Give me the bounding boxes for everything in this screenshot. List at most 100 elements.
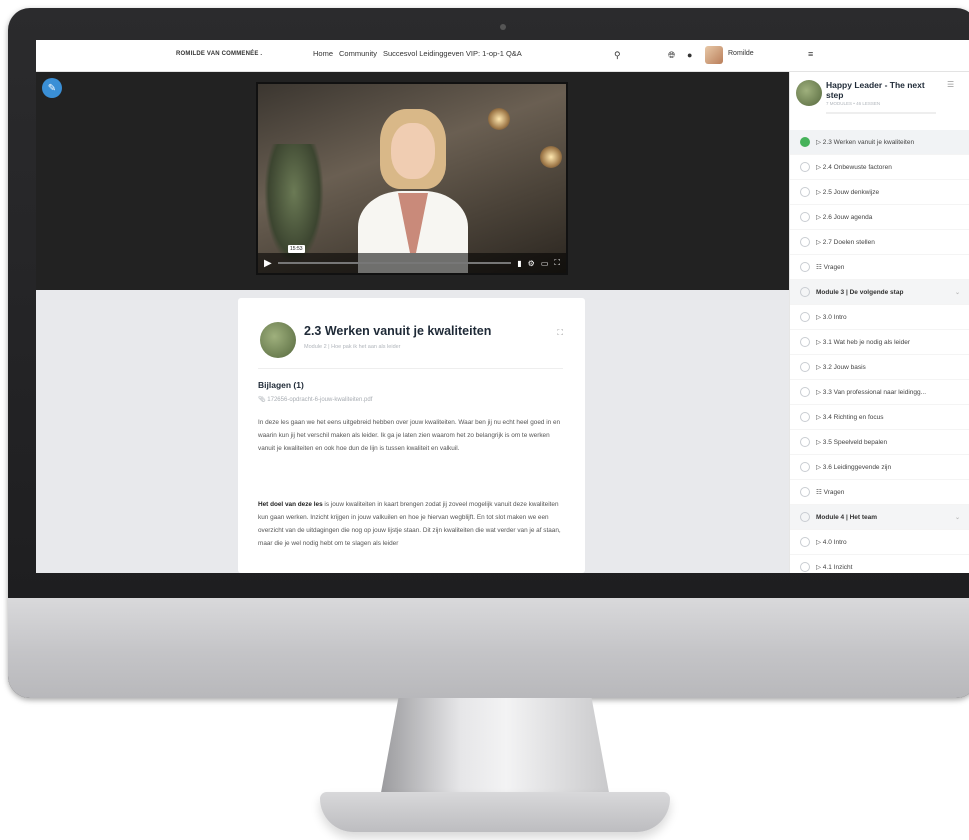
circle-icon[interactable] (800, 562, 810, 572)
circle-icon[interactable] (800, 262, 810, 272)
course-meta: 7 MODULES • 46 LESSEN (826, 101, 881, 106)
nav-home[interactable]: Home (313, 49, 333, 58)
circle-icon[interactable] (800, 462, 810, 472)
lesson-item-label: ▷ 3.4 Richting en focus (816, 414, 884, 421)
circle-icon[interactable] (800, 287, 810, 297)
video-player[interactable]: ▶ 15:53 ▮ ⚙ ▭ ⛶ (256, 82, 568, 275)
divider (258, 368, 563, 369)
circle-icon[interactable] (800, 412, 810, 422)
menu-icon[interactable]: ≡ (808, 50, 813, 59)
lesson-item[interactable]: ▷ 2.5 Jouw denkwijze (790, 180, 969, 205)
lesson-item-label: Module 3 | De volgende stap (816, 288, 904, 296)
main-nav: Home Community Succesvol Leidinggeven VI… (313, 49, 522, 58)
chevron-down-icon[interactable]: ⌄ (955, 514, 960, 521)
avatar[interactable] (705, 46, 723, 64)
volume-icon[interactable]: ▮ (517, 259, 521, 268)
nav-community[interactable]: Community (339, 49, 377, 58)
circle-icon[interactable] (800, 437, 810, 447)
course-sidebar: Happy Leader - The next step 7 MODULES •… (789, 72, 969, 573)
circle-icon[interactable] (800, 387, 810, 397)
circle-icon[interactable] (800, 162, 810, 172)
completed-circle-icon[interactable] (800, 137, 810, 147)
course-progress-bar (826, 112, 936, 114)
globe-icon[interactable]: 🌐︎ (668, 51, 675, 60)
module-header[interactable]: Module 3 | De volgende stap ⌄ (790, 280, 969, 305)
camera-dot (500, 24, 506, 30)
circle-icon[interactable] (800, 337, 810, 347)
lesson-card: 2.3 Werken vanuit je kwaliteiten Module … (238, 298, 585, 573)
lesson-item[interactable]: ▷ 4.0 Intro (790, 530, 969, 555)
lesson-module[interactable]: Module 2 | Hoe pak ik het aan als leider (304, 344, 401, 350)
attachment-filename[interactable]: 172656-opdracht-6-jouw-kwaliteiten.pdf (267, 397, 372, 403)
lesson-item[interactable]: ▷ 3.4 Richting en focus (790, 405, 969, 430)
video-timestamp: 15:53 (288, 245, 305, 253)
lesson-item[interactable]: ▷ 2.4 Onbewuste factoren (790, 155, 969, 180)
lesson-item-label: ▷ 2.7 Doelen stellen (816, 239, 875, 246)
play-icon[interactable]: ▶ (264, 258, 272, 269)
lesson-item-label: ▷ 3.0 Intro (816, 314, 847, 321)
circle-icon[interactable] (800, 537, 810, 547)
username[interactable]: Romilde (728, 50, 754, 57)
circle-icon[interactable] (800, 487, 810, 497)
site-logo[interactable]: ROMILDE VAN COMMENÉE . (176, 51, 262, 57)
top-navigation-bar: ROMILDE VAN COMMENÉE . Home Community Su… (36, 40, 969, 72)
lesson-item[interactable]: ▷ 2.3 Werken vanuit je kwaliteiten (790, 130, 969, 155)
lesson-item[interactable]: ☷ Vragen (790, 480, 969, 505)
circle-icon[interactable] (800, 312, 810, 322)
lesson-item[interactable]: ▷ 3.0 Intro (790, 305, 969, 330)
lesson-item[interactable]: ▷ 3.3 Van professional naar leidingg... (790, 380, 969, 405)
edit-pencil-icon[interactable]: ✎ (42, 78, 62, 98)
video-progress-bar[interactable] (277, 262, 512, 264)
lesson-paragraph-1: In deze les gaan we het eens uitgebreid … (258, 419, 561, 452)
circle-icon[interactable] (800, 362, 810, 372)
lesson-item[interactable]: ▷ 3.1 Wat heb je nodig als leider (790, 330, 969, 355)
settings-icon[interactable]: ⚙ (528, 259, 535, 268)
lesson-item-label: Module 4 | Het team (816, 513, 878, 521)
lamp-decoration (540, 146, 562, 168)
lesson-list: ▷ 2.3 Werken vanuit je kwaliteiten ▷ 2.4 … (790, 130, 969, 573)
lesson-item-label: ▷ 3.3 Van professional naar leidingg... (816, 389, 927, 396)
chevron-down-icon[interactable]: ⌄ (955, 289, 960, 296)
lesson-paragraph-2: Het doel van deze les is jouw kwaliteite… (258, 498, 568, 550)
goal-label: Het doel van deze les (258, 501, 323, 508)
nav-vip-qa[interactable]: Succesvol Leidinggeven VIP: 1-op-1 Q&A (383, 49, 522, 58)
lesson-item-label: ▷ 3.6 Leidinggevende zijn (816, 464, 892, 471)
lesson-item-label: ▷ 2.6 Jouw agenda (816, 214, 873, 221)
circle-icon[interactable] (800, 187, 810, 197)
video-controls: ▶ 15:53 ▮ ⚙ ▭ ⛶ (258, 245, 566, 273)
monitor-chin (8, 598, 969, 698)
lesson-item-label: ▷ 3.5 Speelveld bepalen (816, 439, 888, 446)
circle-icon[interactable] (800, 212, 810, 222)
module-header[interactable]: Module 4 | Het team ⌄ (790, 505, 969, 530)
list-icon[interactable]: ☰ (947, 80, 954, 89)
lesson-item[interactable]: ▷ 3.5 Speelveld bepalen (790, 430, 969, 455)
lesson-title: 2.3 Werken vanuit je kwaliteiten (304, 324, 492, 338)
course-title[interactable]: Happy Leader - The next step (826, 80, 936, 100)
lesson-item[interactable]: ▷ 2.7 Doelen stellen (790, 230, 969, 255)
search-icon[interactable]: ⚲ (614, 51, 621, 60)
course-thumbnail (796, 80, 822, 106)
lesson-item-label: ▷ 4.0 Intro (816, 539, 847, 546)
fullscreen-icon[interactable]: ⛶ (554, 258, 560, 268)
chat-icon[interactable]: ● (687, 51, 692, 60)
lesson-item[interactable]: ☷ Vragen (790, 255, 969, 280)
lesson-item-label: ▷ 2.4 Onbewuste factoren (816, 164, 892, 171)
lesson-item[interactable]: ▷ 3.2 Jouw basis (790, 355, 969, 380)
monitor-base (320, 792, 670, 832)
lesson-item[interactable]: ▷ 2.6 Jouw agenda (790, 205, 969, 230)
lamp-decoration (488, 108, 510, 130)
lesson-item[interactable]: ▷ 3.6 Leidinggevende zijn (790, 455, 969, 480)
presenter-image (358, 109, 468, 273)
lesson-item[interactable]: ▷ 4.1 Inzicht (790, 555, 969, 573)
lesson-item-label: ▷ 2.3 Werken vanuit je kwaliteiten (816, 139, 915, 146)
monitor-stand (380, 698, 610, 798)
video-area: ✎ ▶ 15:53 ▮ ⚙ ▭ ⛶ (36, 72, 789, 290)
lesson-item-label: ▷ 3.1 Wat heb je nodig als leider (816, 339, 911, 346)
attachments-heading: Bijlagen (1) (258, 380, 304, 390)
circle-icon[interactable] (800, 512, 810, 522)
expand-icon[interactable]: ⛶ (557, 328, 563, 338)
circle-icon[interactable] (800, 237, 810, 247)
cast-icon[interactable]: ▭ (541, 259, 549, 268)
lesson-thumbnail (260, 322, 296, 358)
attachment-link[interactable]: 📎︎ 172656-opdracht-6-jouw-kwaliteiten.pd… (258, 396, 372, 403)
